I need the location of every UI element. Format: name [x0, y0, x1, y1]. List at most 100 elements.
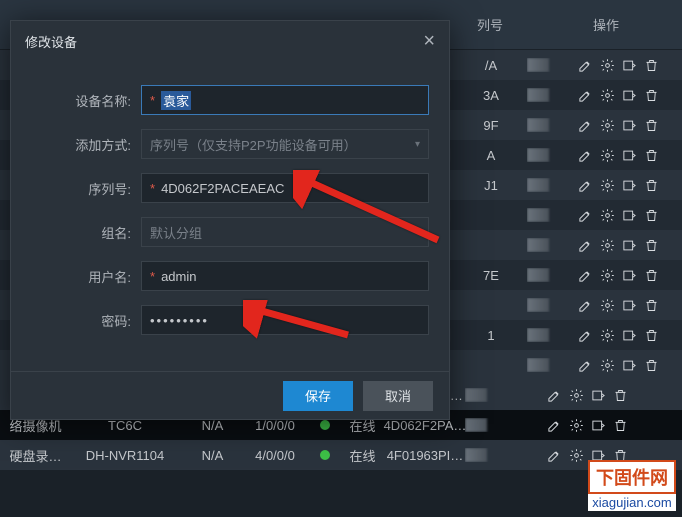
- gear-icon[interactable]: [600, 238, 615, 253]
- edit-icon[interactable]: [578, 298, 593, 313]
- blurred-text: [465, 448, 487, 462]
- export-icon[interactable]: [622, 328, 637, 343]
- password-input[interactable]: •••••••••: [141, 305, 429, 335]
- cell-type: 硬盘录…: [0, 446, 65, 465]
- edit-icon[interactable]: [578, 268, 593, 283]
- device-name-input[interactable]: *袁家: [141, 85, 429, 115]
- edit-icon[interactable]: [578, 58, 593, 73]
- edit-icon[interactable]: [578, 148, 593, 163]
- edit-device-dialog: 修改设备 × 设备名称: *袁家 添加方式: 序列号（仅支持P2P功能设备可用）…: [10, 20, 450, 420]
- delete-icon[interactable]: [644, 118, 659, 133]
- edit-icon[interactable]: [578, 178, 593, 193]
- cell-serial: 1: [455, 328, 527, 343]
- dialog-titlebar: 修改设备 ×: [11, 21, 449, 61]
- watermark: 下固件网 xiagujian.com: [588, 460, 676, 511]
- export-icon[interactable]: [622, 178, 637, 193]
- blurred-text: [527, 58, 549, 72]
- blurred-text: [527, 208, 549, 222]
- export-icon[interactable]: [622, 148, 637, 163]
- blurred-text: [527, 148, 549, 162]
- blurred-text: [527, 358, 549, 372]
- status-dot: [320, 420, 330, 430]
- gear-icon[interactable]: [600, 178, 615, 193]
- status-dot: [320, 450, 330, 460]
- label-group: 组名:: [21, 223, 141, 242]
- table-row[interactable]: 硬盘录…DH-NVR1104N/A4/0/0/0在线4F01963PI…: [0, 440, 682, 470]
- blurred-text: [465, 388, 487, 402]
- delete-icon[interactable]: [613, 418, 628, 433]
- blurred-text: [527, 178, 549, 192]
- blurred-text: [465, 418, 487, 432]
- gear-icon[interactable]: [600, 148, 615, 163]
- edit-icon[interactable]: [578, 88, 593, 103]
- delete-icon[interactable]: [644, 328, 659, 343]
- cell-serial: 3A: [455, 88, 527, 103]
- cell-serial: J1: [455, 178, 527, 193]
- edit-icon[interactable]: [578, 118, 593, 133]
- group-field: 默认分组: [141, 217, 429, 247]
- delete-icon[interactable]: [644, 358, 659, 373]
- export-icon[interactable]: [622, 268, 637, 283]
- blurred-text: [527, 328, 549, 342]
- delete-icon[interactable]: [644, 178, 659, 193]
- delete-icon[interactable]: [644, 208, 659, 223]
- label-device-name: 设备名称:: [21, 91, 141, 110]
- export-icon[interactable]: [622, 238, 637, 253]
- username-input[interactable]: *admin: [141, 261, 429, 291]
- gear-icon[interactable]: [600, 58, 615, 73]
- gear-icon[interactable]: [600, 328, 615, 343]
- edit-icon[interactable]: [547, 418, 562, 433]
- delete-icon[interactable]: [644, 88, 659, 103]
- gear-icon[interactable]: [600, 358, 615, 373]
- gear-icon[interactable]: [569, 418, 584, 433]
- dialog-title: 修改设备: [25, 32, 77, 51]
- blurred-text: [527, 88, 549, 102]
- watermark-title: 下固件网: [588, 460, 676, 494]
- export-icon[interactable]: [591, 418, 606, 433]
- delete-icon[interactable]: [644, 298, 659, 313]
- edit-icon[interactable]: [578, 238, 593, 253]
- add-method-select[interactable]: 序列号（仅支持P2P功能设备可用）▾: [141, 129, 429, 159]
- gear-icon[interactable]: [569, 388, 584, 403]
- edit-icon[interactable]: [547, 448, 562, 463]
- cell-serial: A: [455, 148, 527, 163]
- blurred-text: [527, 268, 549, 282]
- cell-na: N/A: [185, 448, 240, 463]
- blurred-text: [527, 118, 549, 132]
- label-serial: 序列号:: [21, 179, 141, 198]
- edit-icon[interactable]: [547, 388, 562, 403]
- delete-icon[interactable]: [613, 388, 628, 403]
- edit-icon[interactable]: [578, 208, 593, 223]
- delete-icon[interactable]: [644, 238, 659, 253]
- watermark-url: xiagujian.com: [588, 494, 676, 511]
- export-icon[interactable]: [622, 118, 637, 133]
- gear-icon[interactable]: [600, 298, 615, 313]
- chevron-down-icon: ▾: [415, 139, 420, 150]
- edit-icon[interactable]: [578, 328, 593, 343]
- delete-icon[interactable]: [644, 58, 659, 73]
- gear-icon[interactable]: [569, 448, 584, 463]
- edit-icon[interactable]: [578, 358, 593, 373]
- cell-serial: /A: [455, 58, 527, 73]
- export-icon[interactable]: [591, 388, 606, 403]
- export-icon[interactable]: [622, 298, 637, 313]
- export-icon[interactable]: [622, 208, 637, 223]
- label-pwd: 密码:: [21, 311, 141, 330]
- gear-icon[interactable]: [600, 88, 615, 103]
- cell-channels: 4/0/0/0: [240, 448, 310, 463]
- blurred-text: [527, 238, 549, 252]
- gear-icon[interactable]: [600, 118, 615, 133]
- cell-serial: 4F01963PI…: [385, 448, 465, 463]
- blurred-text: [527, 298, 549, 312]
- gear-icon[interactable]: [600, 268, 615, 283]
- serial-input[interactable]: *4D062F2PACEAEAC: [141, 173, 429, 203]
- cancel-button[interactable]: 取消: [363, 381, 433, 411]
- delete-icon[interactable]: [644, 268, 659, 283]
- export-icon[interactable]: [622, 88, 637, 103]
- save-button[interactable]: 保存: [283, 381, 353, 411]
- gear-icon[interactable]: [600, 208, 615, 223]
- delete-icon[interactable]: [644, 148, 659, 163]
- export-icon[interactable]: [622, 58, 637, 73]
- export-icon[interactable]: [622, 358, 637, 373]
- close-icon[interactable]: ×: [423, 31, 435, 51]
